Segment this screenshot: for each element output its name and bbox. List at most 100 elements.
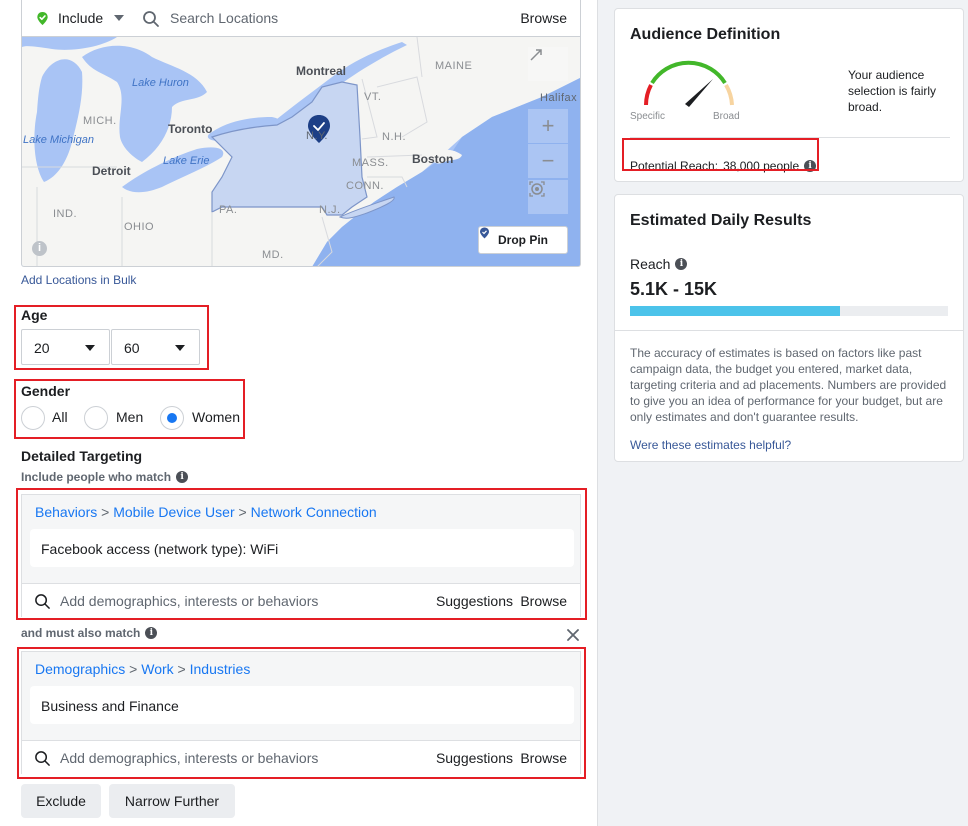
crumb-separator: > [101, 504, 110, 520]
info-icon[interactable]: i [176, 471, 189, 483]
info-icon[interactable]: i [675, 258, 688, 270]
gender-men-label[interactable]: Men [116, 409, 143, 425]
map-label-md: MD. [262, 249, 284, 261]
zoom-out-icon[interactable]: − [528, 144, 568, 178]
age-min-value: 20 [34, 340, 50, 356]
crumb-separator: > [129, 661, 138, 677]
crumb-demographics[interactable]: Demographics [35, 661, 125, 677]
locate-icon[interactable] [528, 180, 568, 214]
crumb-separator: > [177, 661, 186, 677]
map-label-lake-michigan: Lake Michigan [23, 134, 94, 146]
targeting-group-1: Behaviors > Mobile Device User > Network… [21, 494, 581, 617]
map-label-montreal: Montreal [296, 64, 347, 78]
crumb-work[interactable]: Work [141, 661, 173, 677]
drop-pin-label: Drop Pin [498, 233, 548, 247]
gauge-min-label: Specific [630, 111, 666, 122]
daily-results-card: Estimated Daily Results Reach i 5.1K - 1… [614, 194, 964, 462]
map-label-ny: N.Y. [306, 130, 328, 142]
search-icon [35, 594, 50, 609]
location-map[interactable]: Montreal MAINE Halifax Lake Huron MICH. … [21, 37, 581, 267]
close-icon[interactable] [565, 627, 581, 643]
caret-down-icon [175, 345, 185, 351]
breadcrumb: Behaviors > Mobile Device User > Network… [35, 504, 377, 520]
map-label-lake-erie: Lake Erie [163, 155, 210, 167]
include-match-label: Include people who match i [21, 470, 189, 484]
search-icon [143, 11, 159, 27]
daily-reach-header: Reach i [630, 256, 688, 272]
browse-button[interactable]: Browse [520, 750, 567, 766]
targeting-group-2: Demographics > Work > Industries Busines… [21, 651, 581, 774]
map-label-pa: PA. [219, 204, 238, 216]
pin-icon [480, 227, 489, 239]
audience-definition-title: Audience Definition [630, 26, 781, 43]
location-search-bar: Include Browse [21, 0, 581, 37]
daily-results-title: Estimated Daily Results [630, 212, 812, 229]
potential-reach-highlight-box [622, 138, 819, 171]
age-max-value: 60 [124, 340, 140, 356]
gender-all-label[interactable]: All [52, 409, 68, 425]
map-label-lake-huron: Lake Huron [132, 77, 189, 89]
crumb-separator: > [238, 504, 247, 520]
daily-reach-bar [630, 306, 948, 316]
caret-down-icon[interactable] [114, 15, 124, 21]
age-label: Age [21, 307, 48, 323]
targeting-search-2: Suggestions Browse [22, 740, 580, 774]
include-pin-icon[interactable] [35, 11, 50, 26]
info-icon[interactable]: i [32, 241, 47, 256]
crumb-industries[interactable]: Industries [190, 661, 251, 677]
estimates-disclaimer: The accuracy of estimates is based on fa… [630, 346, 947, 424]
detailed-targeting-title: Detailed Targeting [21, 448, 143, 464]
audience-description: Your audience selection is fairly broad. [848, 68, 937, 114]
gauge-max-label: Broad [713, 111, 740, 122]
suggestions-button[interactable]: Suggestions [436, 593, 513, 609]
divider [615, 330, 963, 331]
targeting-item[interactable]: Business and Finance [30, 686, 574, 724]
add-locations-bulk-link[interactable]: Add Locations in Bulk [21, 273, 136, 287]
gender-men-radio[interactable] [84, 406, 108, 430]
crumb-network-connection[interactable]: Network Connection [251, 504, 377, 520]
daily-reach-label: Reach [630, 256, 671, 272]
exclude-button[interactable]: Exclude [21, 784, 101, 818]
map-label-boston: Boston [412, 152, 454, 166]
and-must-match-text: and must also match [21, 626, 141, 640]
map-label-halifax: Halifax [540, 92, 578, 104]
targeting-search-input[interactable] [60, 748, 420, 768]
breadcrumb: Demographics > Work > Industries [35, 661, 250, 677]
location-browse-button[interactable]: Browse [520, 10, 567, 26]
age-min-select[interactable]: 20 [21, 329, 110, 365]
suggestions-button[interactable]: Suggestions [436, 750, 513, 766]
targeting-panel: Include Browse [0, 0, 598, 826]
targeting-search-1: Suggestions Browse [22, 583, 580, 617]
map-label-mass: MASS. [352, 157, 389, 169]
gender-label: Gender [21, 383, 71, 399]
gender-all-radio[interactable] [21, 406, 45, 430]
targeting-search-input[interactable] [60, 591, 420, 611]
zoom-in-icon[interactable]: + [528, 109, 568, 143]
age-max-select[interactable]: 60 [111, 329, 200, 365]
audience-gauge-icon [644, 60, 734, 107]
and-must-match-label: and must also match i [21, 626, 158, 640]
map-label-conn: CONN. [346, 180, 384, 192]
include-match-text: Include people who match [21, 470, 172, 484]
map-label-nh: N.H. [382, 131, 406, 143]
map-label-toronto: Toronto [168, 122, 213, 136]
gender-women-label[interactable]: Women [192, 409, 240, 425]
targeting-item[interactable]: Facebook access (network type): WiFi [30, 529, 574, 567]
map-label-nj: N.J. [319, 204, 341, 216]
crumb-mobile-device-user[interactable]: Mobile Device User [113, 504, 234, 520]
info-icon[interactable]: i [145, 627, 158, 639]
daily-reach-bar-fill [630, 306, 840, 316]
include-dropdown[interactable]: Include [58, 10, 103, 26]
location-search-input[interactable] [170, 8, 490, 28]
crumb-behaviors[interactable]: Behaviors [35, 504, 97, 520]
browse-button[interactable]: Browse [520, 593, 567, 609]
narrow-further-button[interactable]: Narrow Further [109, 784, 235, 818]
drop-pin-button[interactable]: Drop Pin [478, 226, 568, 254]
caret-down-icon [85, 345, 95, 351]
gender-women-radio[interactable] [160, 406, 184, 430]
search-icon [35, 751, 50, 766]
estimates-helpful-link[interactable]: Were these estimates helpful? [630, 438, 791, 452]
daily-reach-range: 5.1K - 15K [630, 279, 718, 299]
map-label-mich: MICH. [83, 115, 117, 127]
fullscreen-icon[interactable] [528, 47, 568, 81]
